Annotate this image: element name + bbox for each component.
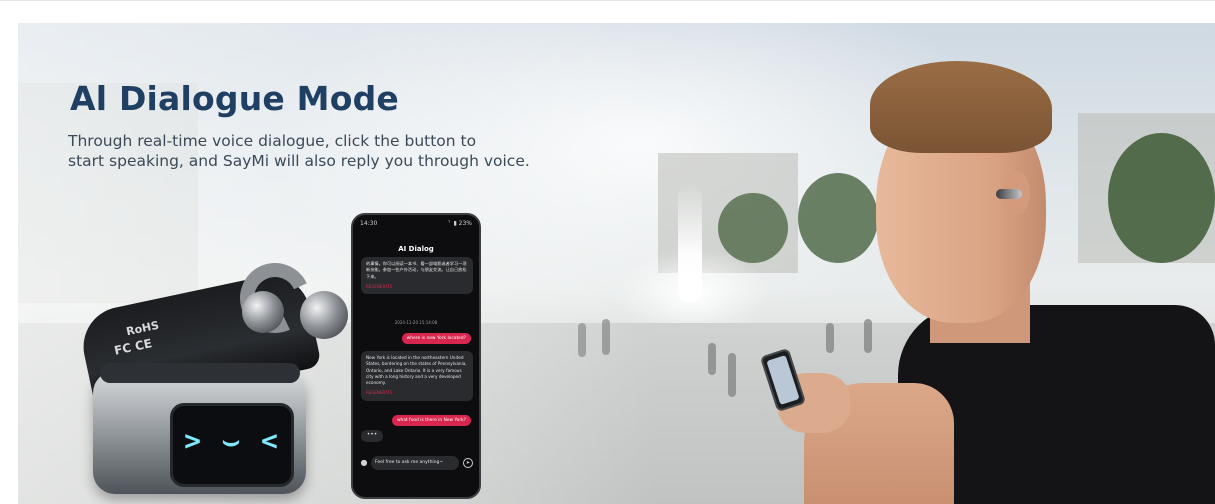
message-timestamp: 2024-11-20 15:14:08: [394, 320, 438, 325]
pedestrian: [728, 353, 736, 397]
earbud: [242, 291, 284, 333]
status-bar: 14:30 ᵀ ▮ 23%: [353, 215, 479, 231]
man-hair: [870, 61, 1052, 153]
ai-message-text: 的事情。你可以阅读一本书、看一部电影或者学习一项新技能。参加一些户外活动，与朋友…: [366, 261, 467, 279]
chat-title: AI Dialog: [398, 245, 434, 253]
subtitle-line: start speaking, and SayMi will also repl…: [68, 152, 530, 170]
fountain-jet: [678, 183, 702, 303]
send-icon[interactable]: ➤: [463, 458, 473, 468]
ai-message-text: New York is located in the northeastern …: [366, 355, 467, 386]
product-banner: Al Dialogue Mode Through real-time voice…: [18, 23, 1215, 504]
case-rim: [100, 363, 300, 383]
case-face-expression: > ⌣ <: [184, 424, 280, 457]
ai-message: New York is located in the northeastern …: [361, 351, 473, 401]
page-frame: Al Dialogue Mode Through real-time voice…: [0, 0, 1215, 504]
regenerate-button[interactable]: REGENERATE: [366, 284, 468, 290]
background-tree: [1108, 133, 1215, 263]
worn-earbud: [996, 189, 1022, 199]
typing-indicator: •••: [361, 430, 383, 442]
regenerate-button[interactable]: REGENERATE: [366, 390, 468, 396]
pedestrian: [708, 343, 716, 375]
status-time: 14:30: [360, 220, 378, 227]
subtitle-line: Through real-time voice dialogue, click …: [68, 132, 477, 150]
page-title: Al Dialogue Mode: [70, 79, 399, 118]
earbud: [300, 291, 348, 339]
pedestrian: [864, 319, 872, 353]
phone-mockup: 14:30 ᵀ ▮ 23% AI Dialog 的事情。你可以阅读一本书、看一部…: [351, 213, 481, 499]
user-message: where is new York located?: [401, 333, 471, 344]
status-signal: ᵀ ▮ 23%: [448, 220, 472, 227]
page-subtitle: Through real-time voice dialogue, click …: [68, 131, 628, 171]
chat-input[interactable]: Feel free to ask me anything~: [371, 456, 459, 470]
chat-input-row: ● Feel free to ask me anything~ ➤: [359, 456, 473, 470]
ai-message: 的事情。你可以阅读一本书、看一部电影或者学习一项新技能。参加一些户外活动，与朋友…: [361, 257, 473, 295]
case-display: > ⌣ <: [170, 403, 294, 487]
background-tree: [798, 173, 878, 263]
user-message: what food is there in New York?: [391, 415, 471, 426]
pedestrian: [826, 323, 834, 353]
mic-icon[interactable]: ●: [359, 458, 369, 468]
